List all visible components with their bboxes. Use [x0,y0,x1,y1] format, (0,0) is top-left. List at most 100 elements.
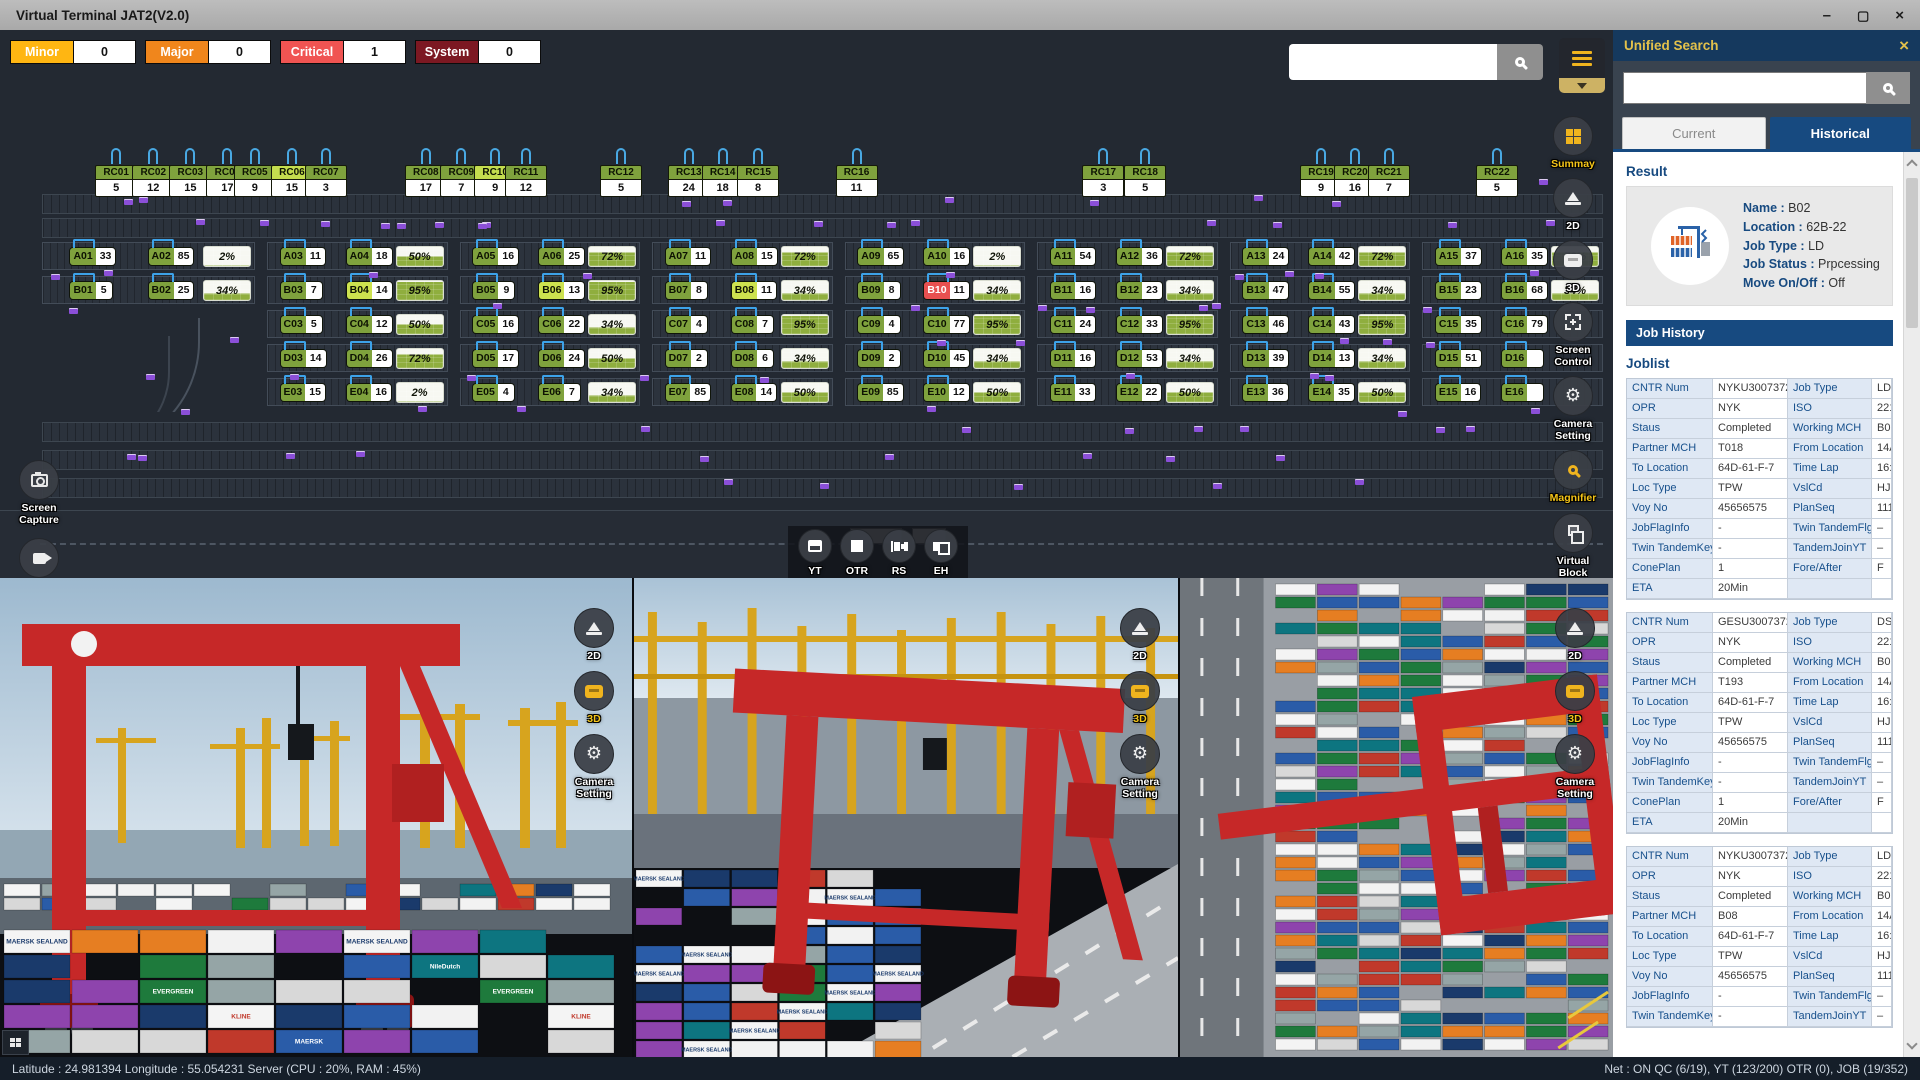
tool-virtual-block[interactable]: Virtual Block [1542,513,1604,579]
scroll-thumb[interactable] [1906,178,1918,328]
tool-button[interactable] [1120,608,1160,648]
yard-block[interactable]: E1435 [1309,384,1353,401]
yard-block[interactable]: A0516 [473,248,518,265]
tool-snapshot[interactable]: Snapshot [15,538,63,578]
tool-eh[interactable]: EH [924,529,958,578]
yard-block[interactable]: B037 [281,282,322,299]
yard-block[interactable]: B0225 [149,282,194,299]
map-search-input[interactable] [1289,44,1497,80]
maximize-button[interactable]: ▢ [1857,9,1869,22]
tool-button[interactable] [19,460,59,500]
tool-2d[interactable]: 2D [1553,178,1593,232]
tool-2d[interactable]: 2D [574,608,614,662]
yard-block[interactable]: D16 [1502,350,1543,367]
minimize-button[interactable]: – [1823,8,1831,23]
yard-block[interactable]: C1124 [1051,316,1095,333]
tool-button[interactable] [574,608,614,648]
yard-block[interactable]: D0624 [539,350,584,367]
yard-block[interactable]: D1413 [1309,350,1354,367]
rc-crane-label[interactable]: RC0212 [132,148,174,197]
yard-block[interactable]: E067 [539,384,580,401]
yard-block[interactable]: A1635 [1502,248,1547,265]
yard-block[interactable]: A0625 [539,248,584,265]
yard-block[interactable]: B1523 [1436,282,1481,299]
tool-summay[interactable]: Summay [1551,116,1595,170]
yard-block[interactable]: A0711 [666,248,710,265]
yard-block[interactable]: B078 [666,282,707,299]
scroll-up-icon[interactable] [1906,159,1917,170]
yard-block[interactable]: C035 [281,316,322,333]
panel-search-input[interactable] [1623,72,1866,104]
rc-crane-label[interactable]: RC1112 [505,148,547,197]
camera-view-topdown[interactable]: 2D3D⚙Camera Setting [1178,578,1613,1057]
rc-crane-label[interactable]: RC185 [1124,148,1166,197]
map-search-button[interactable] [1497,44,1543,80]
yard-block[interactable]: E16 [1502,384,1543,401]
tool-3d[interactable]: 3D [574,671,614,725]
yard-block[interactable]: B098 [858,282,899,299]
tool-3d[interactable]: 3D [1555,671,1595,725]
yard-block[interactable]: E1012 [924,384,968,401]
tool-button[interactable] [1553,302,1593,342]
yard-block[interactable]: D0426 [347,350,392,367]
yard-block[interactable]: E1516 [1436,384,1480,401]
terminal-map[interactable]: Minor0Major0Critical1System0 RC015RC0212… [0,30,1613,578]
tool-2d[interactable]: 2D [1120,608,1160,662]
tool-button[interactable]: ⚙ [1120,734,1160,774]
tool-button[interactable] [924,529,958,563]
tool-button[interactable] [882,529,916,563]
rc-crane-label[interactable]: RC1611 [836,148,878,197]
tool-camera-setting[interactable]: ⚙Camera Setting [1542,376,1604,442]
yard-block[interactable]: E054 [473,384,514,401]
yard-block[interactable]: B1223 [1117,282,1162,299]
tool-otr[interactable]: OTR [840,529,874,578]
tool-button[interactable] [1555,608,1595,648]
tool-button[interactable]: ⚙ [574,734,614,774]
yard-block[interactable]: C074 [666,316,707,333]
yard-block[interactable]: A0418 [347,248,392,265]
yard-block[interactable]: E1222 [1117,384,1161,401]
yard-block[interactable]: A0311 [281,248,325,265]
tool-screen-capture[interactable]: Screen Capture [8,460,70,526]
yard-block[interactable]: C1077 [924,316,969,333]
tool-3d[interactable]: 3D [1553,240,1593,294]
tool-button[interactable] [1120,671,1160,711]
panel-search-button[interactable] [1866,72,1910,104]
yard-block[interactable]: E0814 [732,384,776,401]
tool-camera-setting[interactable]: ⚙Camera Setting [563,734,625,800]
yard-block[interactable]: D092 [858,350,899,367]
yard-block[interactable]: A1537 [1436,248,1481,265]
yard-block[interactable]: A1442 [1309,248,1354,265]
yard-block[interactable]: B1347 [1243,282,1288,299]
camera-view-quay[interactable]: MAERSK SEALANDMAERSK SEALANDNileDutchEVE… [0,578,632,1057]
tool-button[interactable]: ⚙ [1555,734,1595,774]
camera-view-yard[interactable]: MAERSK SEALANDMAERSK SEALANDMAERSK SEALA… [632,578,1178,1057]
yard-block[interactable]: A0965 [858,248,903,265]
tab-current[interactable]: Current [1622,117,1766,149]
building-view-button[interactable] [2,1030,29,1055]
yard-block[interactable]: C1233 [1117,316,1162,333]
yard-block[interactable]: C0412 [347,316,392,333]
yard-block[interactable]: E0785 [666,384,710,401]
yard-block[interactable]: C087 [732,316,773,333]
yard-block[interactable]: C0622 [539,316,584,333]
yard-block[interactable]: A0815 [732,248,777,265]
tool-3d[interactable]: 3D [1120,671,1160,725]
yard-block[interactable]: E0315 [281,384,325,401]
yard-block[interactable]: D086 [732,350,773,367]
tool-screen-control[interactable]: Screen Control [1542,302,1604,368]
rc-crane-label[interactable]: RC0315 [169,148,211,197]
rc-crane-label[interactable]: RC158 [737,148,779,197]
yard-block[interactable]: C1443 [1309,316,1354,333]
panel-scrollbar[interactable] [1903,152,1920,1057]
yard-block[interactable]: D1045 [924,350,969,367]
yard-block[interactable]: C1535 [1436,316,1481,333]
tool-rs[interactable]: RS [882,529,916,578]
tool-button[interactable] [1553,513,1593,553]
yard-block[interactable]: E0416 [347,384,391,401]
yard-block[interactable]: B0811 [732,282,776,299]
yard-block[interactable]: E1336 [1243,384,1287,401]
yard-block[interactable]: B0613 [539,282,584,299]
tool-camera-setting[interactable]: ⚙Camera Setting [1544,734,1606,800]
yard-block[interactable]: A1324 [1243,248,1288,265]
